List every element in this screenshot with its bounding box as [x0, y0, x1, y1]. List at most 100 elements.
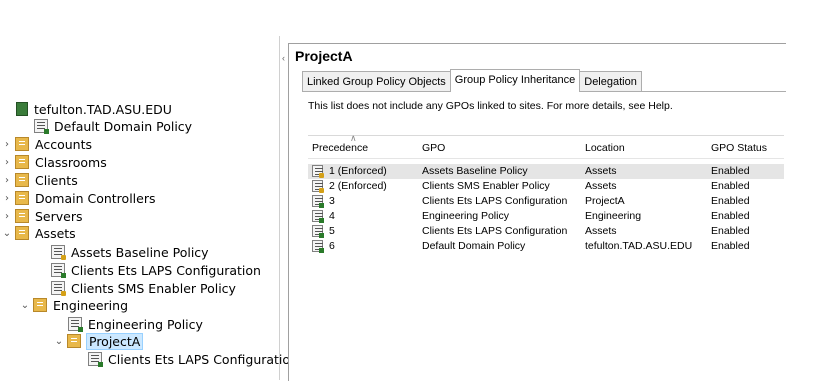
tab-strip: Linked Group Policy Objects Group Policy…	[302, 69, 642, 92]
tree-item-clients-ets-laps[interactable]: Clients Ets LAPS Configuration	[51, 261, 261, 279]
table-row[interactable]: 6 Default Domain Policy tefulton.TAD.ASU…	[308, 239, 784, 254]
cell-status: Enabled	[711, 210, 750, 222]
tree-item-engineering-policy[interactable]: Engineering Policy	[68, 315, 203, 333]
column-header-location[interactable]: Location	[585, 142, 625, 154]
chevron-right-icon[interactable]: ›	[2, 157, 12, 168]
gpo-link-icon	[68, 317, 83, 332]
tree-label: Clients Ets LAPS Configuration	[71, 262, 261, 278]
tree-item-classrooms[interactable]: › Classrooms	[2, 153, 107, 171]
cell-location: Assets	[585, 225, 617, 237]
gpo-link-icon	[51, 263, 66, 278]
cell-precedence: 5	[329, 225, 335, 237]
details-pane: ProjectA Linked Group Policy Objects Gro…	[288, 43, 786, 381]
tree-label: Servers	[35, 208, 83, 224]
cell-location: Assets	[585, 180, 617, 192]
gpo-icon	[312, 195, 324, 208]
cell-status: Enabled	[711, 195, 750, 207]
cell-precedence: 2 (Enforced)	[329, 180, 387, 192]
cell-gpo: Default Domain Policy	[422, 240, 526, 252]
tree-item-domain-controllers[interactable]: › Domain Controllers	[2, 189, 155, 207]
cell-gpo: Clients SMS Enabler Policy	[422, 180, 550, 192]
ou-folder-icon	[15, 173, 29, 187]
chevron-down-icon[interactable]: ⌄	[20, 300, 30, 311]
table-row[interactable]: 1 (Enforced) Assets Baseline Policy Asse…	[308, 164, 784, 179]
tree-domain[interactable]: tefulton.TAD.ASU.EDU	[16, 100, 172, 118]
tree-label: Clients	[35, 172, 78, 188]
inheritance-grid: ∧ Precedence GPO Location GPO Status 1 (…	[308, 133, 784, 254]
chevron-right-icon[interactable]: ›	[2, 193, 12, 204]
tree-domain-label: tefulton.TAD.ASU.EDU	[34, 101, 172, 117]
table-row[interactable]: 2 (Enforced) Clients SMS Enabler Policy …	[308, 179, 784, 194]
cell-precedence: 6	[329, 240, 335, 252]
gpo-enforced-icon	[312, 180, 324, 193]
tree-item-servers[interactable]: › Servers	[2, 207, 83, 225]
tree-item-projecta-clients-ets-laps[interactable]: Clients Ets LAPS Configuration	[88, 350, 298, 368]
gpo-enforced-icon	[312, 165, 324, 178]
domain-icon	[16, 102, 28, 116]
ou-folder-icon	[15, 191, 29, 205]
tree-item-engineering[interactable]: ⌄ Engineering	[20, 296, 128, 314]
tree-label: Classrooms	[35, 154, 107, 170]
tab-panel: This list does not include any GPOs link…	[302, 91, 786, 381]
tree-label: Engineering Policy	[88, 316, 203, 332]
chevron-right-icon[interactable]: ›	[2, 139, 12, 150]
ou-folder-icon	[15, 209, 29, 223]
cell-location: Assets	[585, 165, 617, 177]
ou-folder-icon	[67, 334, 81, 348]
tree-item-clients-sms-enabler[interactable]: Clients SMS Enabler Policy	[51, 279, 236, 297]
chevron-right-icon[interactable]: ›	[2, 175, 12, 186]
splitter-grip-icon[interactable]: ‹	[282, 53, 285, 63]
tree-item-clients[interactable]: › Clients	[2, 171, 78, 189]
gpo-icon	[312, 210, 324, 223]
cell-status: Enabled	[711, 225, 750, 237]
cell-precedence: 3	[329, 195, 335, 207]
tree-label: Accounts	[35, 136, 92, 152]
table-row[interactable]: 3 Clients Ets LAPS Configuration Project…	[308, 194, 784, 209]
column-header-gpo[interactable]: GPO	[422, 142, 445, 154]
tree-label: Clients Ets LAPS Configuration	[108, 351, 298, 367]
gpo-link-enforced-icon	[51, 281, 66, 296]
tree-label: Default Domain Policy	[54, 118, 193, 134]
table-row[interactable]: 5 Clients Ets LAPS Configuration Assets …	[308, 224, 784, 239]
tree-item-assets[interactable]: ⌄ Assets	[2, 224, 76, 242]
table-row[interactable]: 4 Engineering Policy Engineering Enabled	[308, 209, 784, 224]
tree-item-default-domain-policy[interactable]: Default Domain Policy	[34, 117, 192, 135]
column-header-status[interactable]: GPO Status	[711, 142, 767, 154]
gpo-link-enforced-icon	[51, 245, 66, 260]
tree-item-accounts[interactable]: › Accounts	[2, 135, 92, 153]
tab-gp-inheritance[interactable]: Group Policy Inheritance	[449, 69, 581, 92]
tree-label: Clients SMS Enabler Policy	[71, 280, 236, 296]
cell-gpo: Engineering Policy	[422, 210, 509, 222]
chevron-down-icon[interactable]: ⌄	[2, 228, 12, 239]
gpo-icon	[312, 225, 324, 238]
gpo-link-icon	[88, 352, 103, 367]
ou-folder-icon	[15, 226, 29, 240]
tree-label: Domain Controllers	[35, 190, 156, 206]
tree-label: ProjectA	[85, 332, 144, 350]
tree-label: Assets	[35, 225, 76, 241]
tree-label: Engineering	[53, 297, 128, 313]
cell-location: tefulton.TAD.ASU.EDU	[585, 240, 693, 252]
chevron-down-icon[interactable]: ⌄	[54, 336, 64, 347]
cell-status: Enabled	[711, 180, 750, 192]
gpo-icon	[312, 240, 324, 253]
grid-header: ∧ Precedence GPO Location GPO Status	[308, 133, 784, 159]
column-header-precedence[interactable]: Precedence	[312, 142, 368, 154]
tree-label: Assets Baseline Policy	[71, 244, 209, 260]
tab-linked-gpos[interactable]: Linked Group Policy Objects	[302, 71, 451, 92]
tree-item-projecta[interactable]: ⌄ ProjectA	[54, 332, 144, 350]
cell-precedence: 4	[329, 210, 335, 222]
cell-precedence: 1 (Enforced)	[329, 165, 387, 177]
cell-gpo: Clients Ets LAPS Configuration	[422, 225, 568, 237]
ou-folder-icon	[15, 155, 29, 169]
tree-item-assets-baseline-policy[interactable]: Assets Baseline Policy	[51, 243, 209, 261]
ou-folder-icon	[15, 137, 29, 151]
tab-delegation[interactable]: Delegation	[579, 71, 642, 92]
ou-folder-icon	[33, 298, 47, 312]
chevron-right-icon[interactable]: ›	[2, 211, 12, 222]
cell-location: ProjectA	[585, 195, 625, 207]
cell-gpo: Assets Baseline Policy	[422, 165, 528, 177]
page-title: ProjectA	[295, 48, 353, 64]
tree-border	[279, 36, 280, 380]
gpmc-tree: tefulton.TAD.ASU.EDU Default Domain Poli…	[0, 0, 298, 380]
